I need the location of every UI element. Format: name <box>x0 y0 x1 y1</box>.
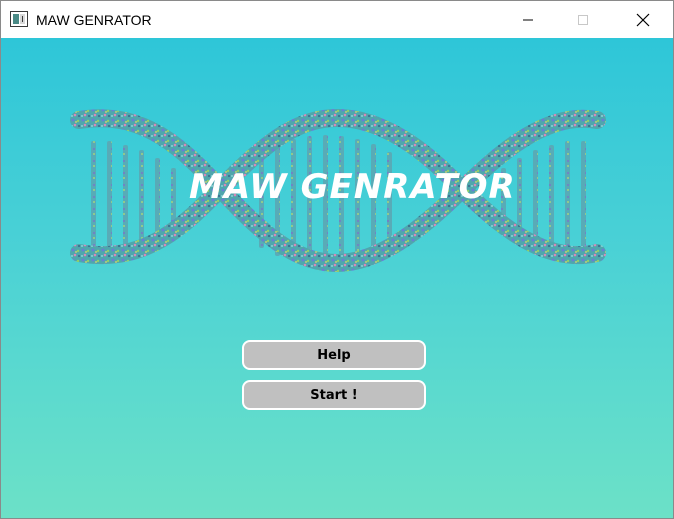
app-window: MAW GENRATOR MAW GENRATOR Help Start ! <box>0 0 674 519</box>
close-button[interactable] <box>620 1 666 38</box>
minimize-icon <box>522 14 534 26</box>
app-window-icon <box>10 11 28 27</box>
window-title: MAW GENRATOR <box>36 12 152 28</box>
close-icon <box>636 13 650 27</box>
logo-title: MAW GENRATOR <box>189 167 516 207</box>
main-panel: MAW GENRATOR Help Start ! <box>1 38 673 518</box>
maximize-button[interactable] <box>560 1 606 38</box>
start-button[interactable]: Start ! <box>242 380 426 410</box>
help-button[interactable]: Help <box>242 340 426 370</box>
maximize-icon <box>577 14 589 26</box>
minimize-button[interactable] <box>505 1 551 38</box>
title-bar[interactable]: MAW GENRATOR <box>1 1 673 38</box>
